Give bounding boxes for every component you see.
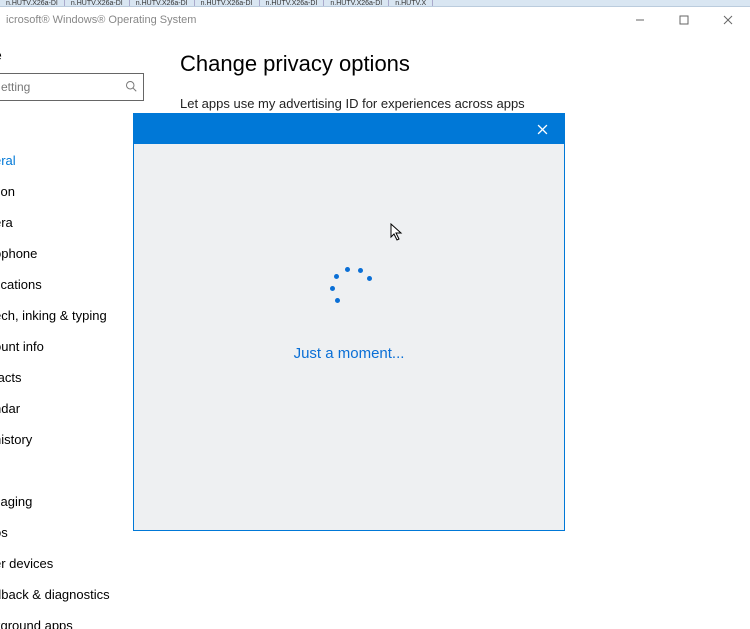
close-button[interactable] bbox=[706, 7, 750, 33]
minimize-button[interactable] bbox=[618, 7, 662, 33]
setting-desc-line1: Let apps use my advertising ID for exper… bbox=[180, 96, 525, 111]
window-controls bbox=[618, 7, 750, 33]
dialog-close-button[interactable] bbox=[520, 114, 564, 144]
settings-window: icrosoft® Windows® Operating System e et… bbox=[0, 7, 750, 629]
search-placeholder: etting bbox=[1, 80, 30, 94]
loading-message: Just a moment... bbox=[294, 345, 405, 362]
dialog-body: Just a moment... bbox=[134, 144, 564, 530]
sidebar-item-background-apps[interactable]: kground apps bbox=[0, 610, 160, 629]
dialog-titlebar bbox=[134, 114, 564, 144]
window-title: icrosoft® Windows® Operating System bbox=[6, 14, 196, 26]
taskbar-item: n.HUTV.X26a-DI bbox=[65, 0, 130, 6]
taskbar-item: n.HUTV.X bbox=[389, 0, 433, 6]
sidebar-item-other-devices[interactable]: er devices bbox=[0, 548, 160, 579]
maximize-button[interactable] bbox=[662, 7, 706, 33]
taskbar-strip: n.HUTV.X26a-DI n.HUTV.X26a-DI n.HUTV.X26… bbox=[0, 0, 750, 7]
loading-spinner-icon bbox=[325, 263, 373, 311]
taskbar-item: n.HUTV.X26a-DI bbox=[260, 0, 325, 6]
search-icon bbox=[125, 80, 137, 95]
window-titlebar: icrosoft® Windows® Operating System bbox=[0, 7, 750, 33]
taskbar-item: n.HUTV.X26a-DI bbox=[0, 0, 65, 6]
sidebar-item-feedback[interactable]: dback & diagnostics bbox=[0, 579, 160, 610]
page-heading: Change privacy options bbox=[180, 51, 730, 77]
home-link[interactable]: e bbox=[0, 47, 160, 73]
taskbar-item: n.HUTV.X26a-DI bbox=[324, 0, 389, 6]
taskbar-item: n.HUTV.X26a-DI bbox=[130, 0, 195, 6]
search-input[interactable]: etting bbox=[0, 73, 144, 101]
loading-dialog: Just a moment... bbox=[133, 113, 565, 531]
taskbar-item: n.HUTV.X26a-DI bbox=[195, 0, 260, 6]
